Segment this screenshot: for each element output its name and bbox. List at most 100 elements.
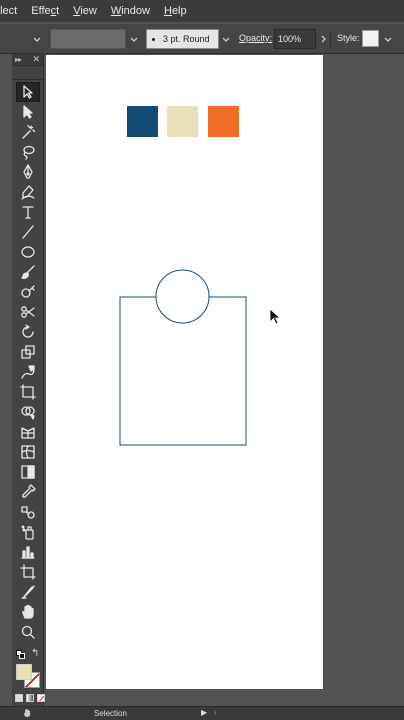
- selection-arrow-icon: [23, 85, 33, 99]
- menu-select[interactable]: elect: [0, 5, 24, 17]
- pen-nib-icon: [23, 164, 33, 179]
- slice-tool[interactable]: [12, 582, 44, 602]
- scale-icon: [21, 345, 35, 359]
- default-fill-stroke-icon[interactable]: [16, 650, 25, 659]
- paintbrush-tool[interactable]: [12, 262, 44, 282]
- ellipse-tool[interactable]: [12, 242, 44, 262]
- line-segment-icon: [22, 225, 34, 239]
- opacity-slider-button[interactable]: [318, 31, 328, 47]
- brush-definition-value: 3 pt. Round: [163, 34, 210, 44]
- menu-help[interactable]: Help: [157, 5, 194, 17]
- gradient-tool[interactable]: [12, 462, 44, 482]
- control-bar: 3 pt. Round Opacity: 100% Style:: [0, 24, 404, 54]
- ellipse-icon: [21, 246, 35, 258]
- artboard-icon: [20, 564, 36, 580]
- warp-tool[interactable]: [12, 362, 44, 382]
- perspective-grid-icon: [21, 427, 35, 439]
- opacity-label[interactable]: Opacity:: [239, 33, 272, 43]
- close-icon[interactable]: ✕: [32, 54, 40, 65]
- tool-list: [12, 82, 44, 642]
- lasso-tool[interactable]: [12, 142, 44, 162]
- mouse-cursor-icon: [269, 308, 282, 325]
- selection-tool[interactable]: [16, 82, 40, 102]
- free-transform-icon: [20, 384, 36, 400]
- style-label: Style:: [337, 33, 360, 43]
- brush-definition-select[interactable]: 3 pt. Round: [146, 29, 219, 49]
- chevron-right-icon: [321, 35, 326, 43]
- none-mode-button[interactable]: [37, 694, 45, 702]
- magic-wand-icon: [22, 124, 36, 139]
- gradient-mode-button[interactable]: [26, 694, 34, 702]
- tools-panel: ▸▸ ✕ ↰: [12, 54, 45, 720]
- circle-shape[interactable]: [155, 269, 210, 324]
- scale-tool[interactable]: [12, 342, 44, 362]
- eyedropper-tool[interactable]: [12, 482, 44, 502]
- graphic-style-dropdown[interactable]: [382, 31, 394, 47]
- zoom-tool[interactable]: [12, 622, 44, 642]
- symbol-sprayer-icon: [21, 525, 34, 540]
- color-mode-buttons: [15, 694, 45, 702]
- chevron-down-icon: [130, 37, 138, 42]
- chevron-down-icon: [222, 37, 230, 42]
- hand-icon: [23, 708, 31, 717]
- current-tool-label: Selection: [94, 709, 127, 718]
- warp-icon: [21, 365, 35, 379]
- paintbrush-icon: [21, 265, 35, 279]
- stroke-weight-dropdown[interactable]: [30, 31, 44, 47]
- color-mode-button[interactable]: [15, 694, 23, 702]
- artboard-canvas[interactable]: [46, 55, 323, 689]
- swap-fill-stroke-icon[interactable]: ↰: [31, 648, 39, 659]
- menu-view[interactable]: View: [66, 5, 104, 17]
- variable-width-field[interactable]: [50, 29, 126, 49]
- opacity-input[interactable]: 100%: [274, 29, 316, 49]
- collapse-icon[interactable]: ▸▸: [15, 55, 22, 64]
- column-graph-tool[interactable]: [12, 542, 44, 562]
- scissors-tool[interactable]: [12, 302, 44, 322]
- artboard-tool[interactable]: [12, 562, 44, 582]
- direct-selection-tool[interactable]: [12, 102, 44, 122]
- symbol-sprayer-tool[interactable]: [12, 522, 44, 542]
- scissors-icon: [21, 306, 35, 318]
- column-graph-icon: [21, 546, 35, 559]
- artwork-layer: [119, 269, 247, 446]
- shaper-tool[interactable]: [12, 282, 44, 302]
- fill-stroke-widget: ↰: [14, 648, 42, 692]
- status-scroll-left-icon[interactable]: ‹: [214, 708, 217, 717]
- gradient-icon: [21, 465, 35, 479]
- status-menu-arrow-icon[interactable]: ▶: [201, 708, 207, 717]
- free-transform-tool[interactable]: [12, 382, 44, 402]
- curvature-tool[interactable]: [12, 182, 44, 202]
- mesh-tool[interactable]: [12, 442, 44, 462]
- brush-dot-icon: [152, 37, 155, 41]
- magic-wand-tool[interactable]: [12, 122, 44, 142]
- chevron-down-icon: [384, 37, 392, 42]
- perspective-grid-tool[interactable]: [12, 422, 44, 442]
- graphic-style-swatch[interactable]: [362, 30, 379, 47]
- eyedropper-icon: [22, 484, 36, 498]
- rotate-icon: [22, 324, 34, 338]
- line-segment-tool[interactable]: [12, 222, 44, 242]
- blend-tool[interactable]: [12, 502, 44, 522]
- divider: [330, 30, 331, 48]
- shape-builder-icon: [21, 406, 35, 420]
- hand-tool[interactable]: [12, 602, 44, 622]
- variable-width-dropdown[interactable]: [128, 31, 140, 47]
- menu-window[interactable]: Window: [104, 5, 157, 17]
- menu-effect[interactable]: Effect: [24, 5, 66, 17]
- hand-icon: [22, 604, 34, 619]
- tools-panel-tab[interactable]: [12, 66, 43, 80]
- type-t-icon: [22, 206, 34, 219]
- slice-knife-icon: [21, 585, 35, 599]
- shape-builder-tool[interactable]: [12, 402, 44, 422]
- tools-panel-header[interactable]: ▸▸ ✕: [12, 54, 43, 66]
- rotate-tool[interactable]: [12, 322, 44, 342]
- brush-definition-dropdown[interactable]: [220, 31, 232, 47]
- blend-icon: [21, 506, 35, 519]
- fill-color-box[interactable]: [16, 664, 32, 680]
- curvature-pen-icon: [21, 185, 35, 200]
- menu-bar: elect Effect View Window Help: [0, 0, 404, 22]
- pen-tool[interactable]: [12, 162, 44, 182]
- zoom-magnifier-icon: [21, 625, 35, 639]
- type-tool[interactable]: [12, 202, 44, 222]
- chevron-down-icon: [33, 37, 41, 42]
